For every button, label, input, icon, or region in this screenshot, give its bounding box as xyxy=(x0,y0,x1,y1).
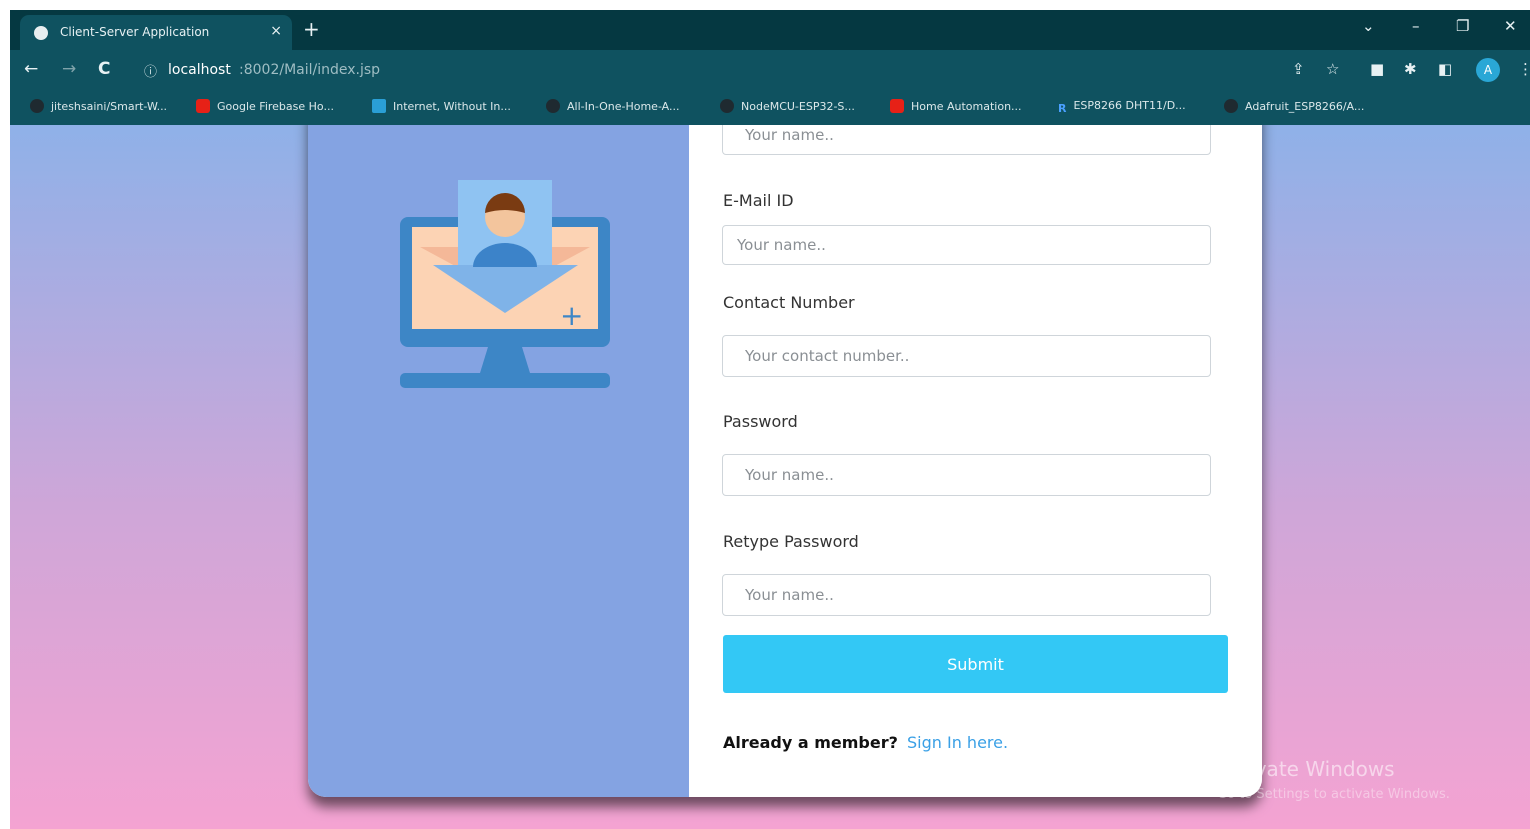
menu-icon[interactable]: ⋮ xyxy=(1518,60,1530,78)
puzzle-icon[interactable]: ✱ xyxy=(1404,60,1417,78)
activation-watermark-sub: Go to Settings to activate Windows. xyxy=(1217,787,1450,802)
browser-window: Client-Server Application × + ⌄ – ❐ ✕ ← … xyxy=(10,10,1530,829)
github-icon xyxy=(30,99,44,113)
tab-client-server[interactable]: Client-Server Application × xyxy=(20,15,292,50)
address-bar[interactable]: ⓘ localhost :8002/Mail/index.jsp xyxy=(138,56,1338,84)
bookmark-item[interactable]: R ESP8266 DHT11/D... xyxy=(1058,99,1186,116)
site-info-icon[interactable]: ⓘ xyxy=(144,61,157,80)
globe-icon xyxy=(34,26,48,40)
github-icon xyxy=(720,99,734,113)
bookmark-item[interactable]: All-In-One-Home-A... xyxy=(546,99,680,113)
new-tab-button[interactable]: + xyxy=(303,17,320,41)
tab-strip: Client-Server Application × + ⌄ – ❐ ✕ xyxy=(10,10,1530,50)
submit-button[interactable]: Submit xyxy=(723,635,1228,693)
extension-icon[interactable]: ■ xyxy=(1370,60,1384,78)
illustration-panel: + xyxy=(308,125,689,797)
contact-label: Contact Number xyxy=(723,293,855,312)
plus-icon: + xyxy=(560,299,583,332)
signin-prompt: Already a member? Sign In here. xyxy=(723,733,1008,752)
back-button[interactable]: ← xyxy=(24,59,38,79)
tab-title: Client-Server Application xyxy=(60,25,210,39)
address-path: :8002/Mail/index.jsp xyxy=(239,62,381,78)
sidepanel-icon[interactable]: ◧ xyxy=(1438,60,1452,78)
youtube-icon xyxy=(196,99,210,113)
tab-close-icon[interactable]: × xyxy=(270,23,282,39)
email-input[interactable] xyxy=(722,225,1211,265)
contact-input[interactable] xyxy=(722,335,1211,377)
bookmarks-bar: jiteshsaini/Smart-W... Google Firebase H… xyxy=(10,90,1530,125)
star-icon[interactable]: ☆ xyxy=(1326,60,1339,78)
bookmark-item[interactable]: jiteshsaini/Smart-W... xyxy=(30,99,167,113)
signup-card: + E-Mail ID Contact Number Password Rety… xyxy=(308,125,1262,797)
share-icon[interactable]: ⇪ xyxy=(1292,60,1305,78)
activation-watermark: Activate Windows xyxy=(1217,757,1395,781)
page-content: + E-Mail ID Contact Number Password Rety… xyxy=(10,125,1530,829)
github-icon xyxy=(1224,99,1238,113)
minimize-button[interactable]: – xyxy=(1412,17,1420,35)
bookmark-item[interactable]: NodeMCU-ESP32-S... xyxy=(720,99,855,113)
maximize-button[interactable]: ❐ xyxy=(1456,17,1469,35)
reload-button[interactable]: C xyxy=(98,59,110,79)
forward-button[interactable]: → xyxy=(62,59,76,79)
retype-password-label: Retype Password xyxy=(723,532,859,551)
bookmark-item[interactable]: Internet, Without In... xyxy=(372,99,511,113)
member-question: Already a member? xyxy=(723,733,898,752)
password-input[interactable] xyxy=(722,454,1211,496)
retype-password-input[interactable] xyxy=(722,574,1211,616)
signin-link[interactable]: Sign In here. xyxy=(907,733,1008,752)
password-label: Password xyxy=(723,412,798,431)
profile-avatar[interactable]: A xyxy=(1476,58,1500,82)
email-label: E-Mail ID xyxy=(723,191,794,210)
site-icon xyxy=(372,99,386,113)
monitor-mail-illustration: + xyxy=(400,180,610,388)
address-host: localhost xyxy=(168,62,231,78)
youtube-icon xyxy=(890,99,904,113)
close-window-button[interactable]: ✕ xyxy=(1504,17,1517,35)
tab-search-icon[interactable]: ⌄ xyxy=(1362,17,1375,35)
bookmark-item[interactable]: Adafruit_ESP8266/A... xyxy=(1224,99,1364,113)
github-icon xyxy=(546,99,560,113)
browser-toolbar: ← → C ⓘ localhost :8002/Mail/index.jsp ⇪… xyxy=(10,50,1530,90)
bookmark-item[interactable]: Home Automation... xyxy=(890,99,1022,113)
signup-form: E-Mail ID Contact Number Password Retype… xyxy=(689,125,1262,797)
name-input[interactable] xyxy=(722,125,1211,155)
r-icon: R xyxy=(1058,102,1067,115)
bookmark-item[interactable]: Google Firebase Ho... xyxy=(196,99,334,113)
